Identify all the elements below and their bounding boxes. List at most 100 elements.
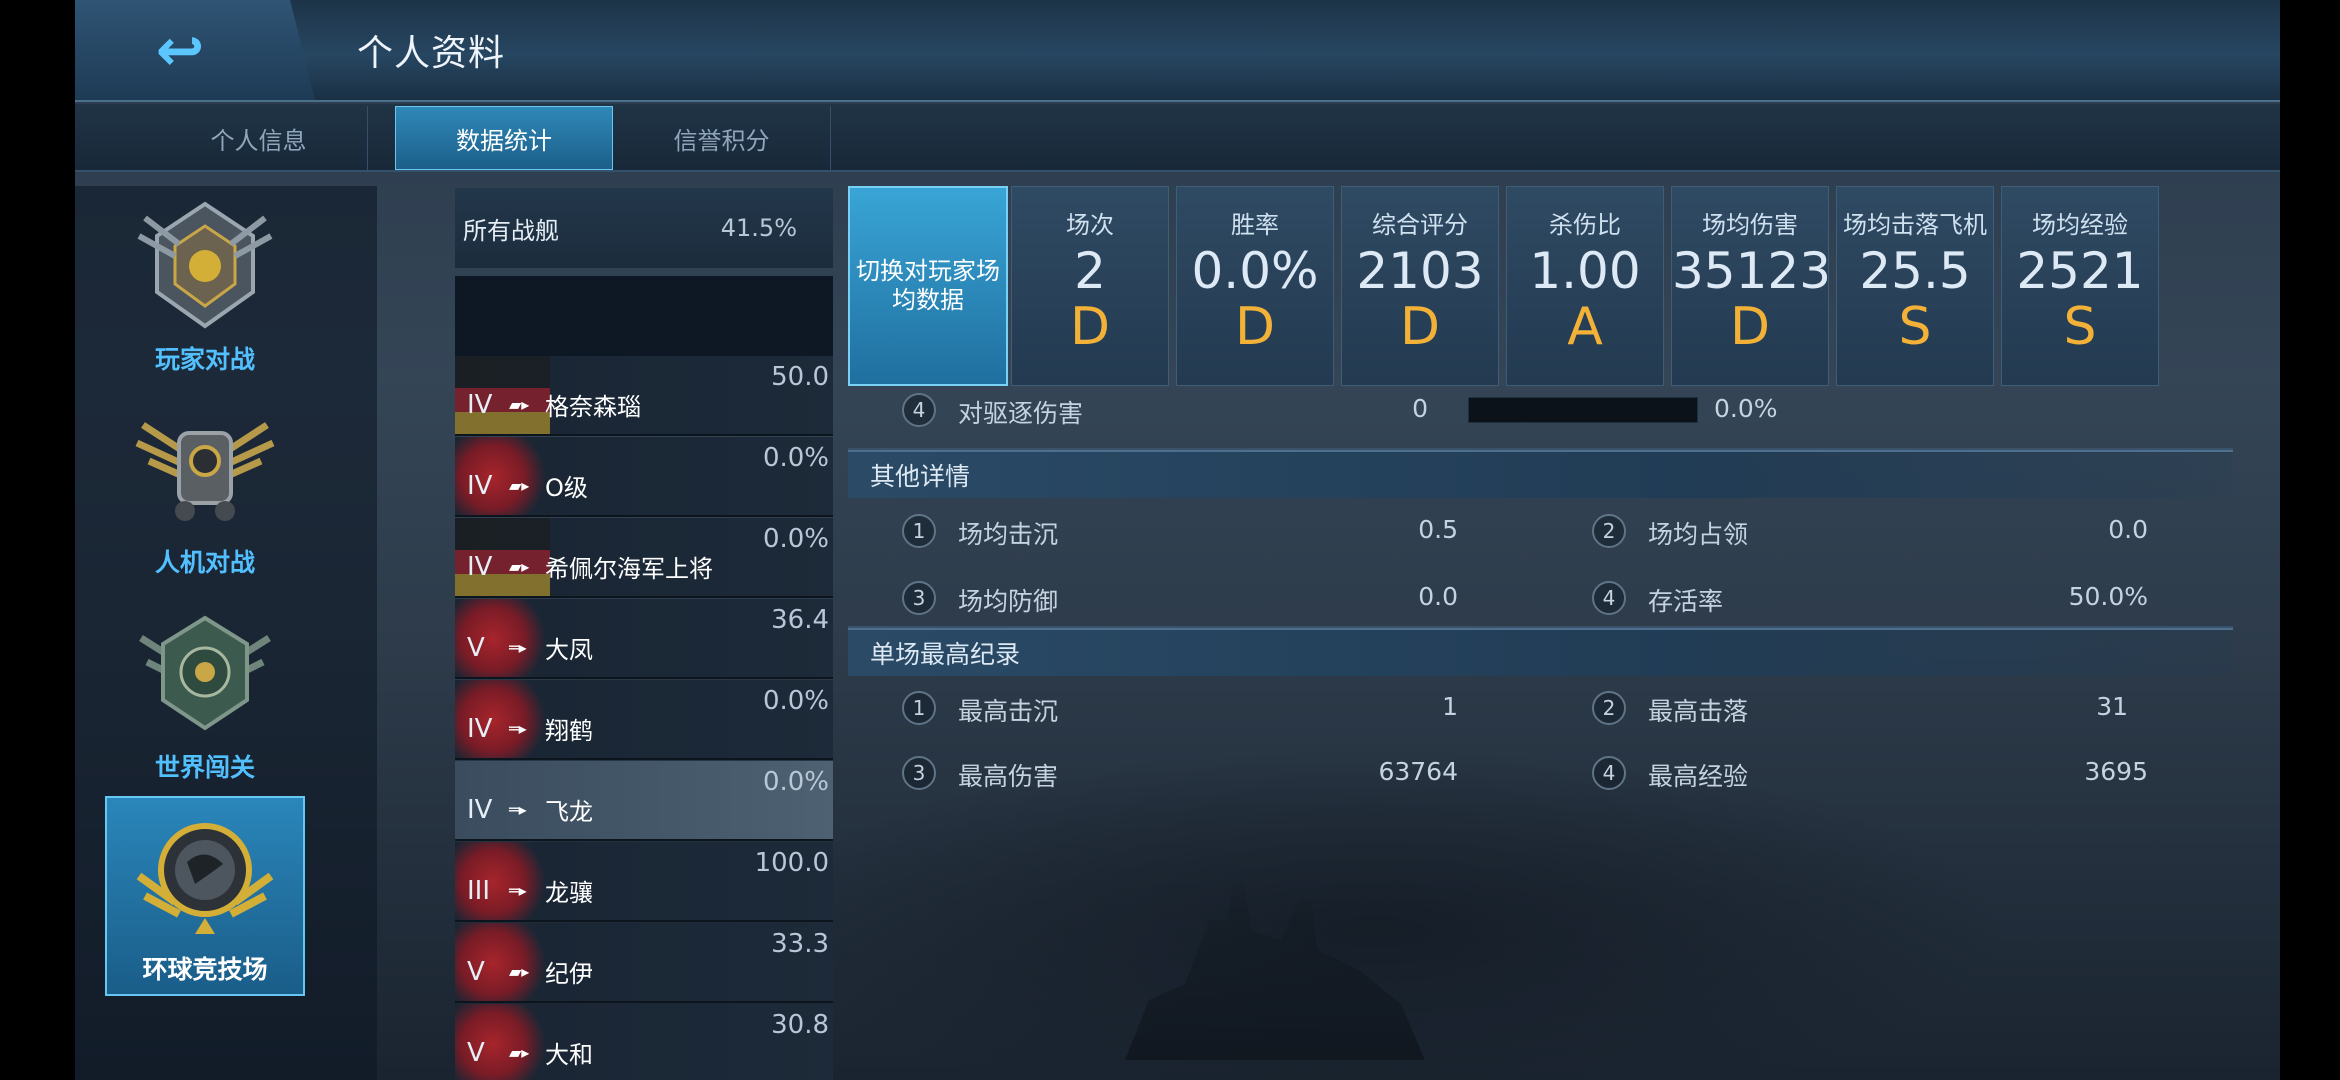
row-number-badge: 1 (902, 514, 936, 548)
ship-value: 0.0% (762, 686, 829, 716)
stat-value: 0.0% (1191, 242, 1319, 300)
ship-row[interactable]: V ▰▸ 纪伊 33.3 (455, 923, 833, 1003)
stat-label: 场均经验 (2032, 211, 2128, 239)
ship-value: 33.3 (771, 929, 829, 959)
row-number-badge: 1 (902, 691, 936, 725)
mode-pve[interactable]: 人机对战 (105, 391, 305, 591)
arena-emblem-icon (135, 806, 275, 946)
ship-tier: IV (467, 714, 493, 744)
row-label: 对驱逐伤害 (958, 399, 1084, 428)
mode-label: 环球竞技场 (142, 955, 268, 984)
ship-list-spacer (455, 276, 833, 356)
ship-class-icon: ▰▸ (509, 395, 530, 414)
row-value: 31 (2096, 692, 2128, 721)
row-value: 0.5 (1418, 515, 1458, 544)
tab-data-stats[interactable]: 数据统计 (395, 106, 613, 170)
row-percent: 0.0% (1714, 394, 1778, 423)
stat-value: 1.00 (1529, 242, 1641, 300)
mode-pvp[interactable]: 玩家对战 (105, 188, 305, 388)
stat-label: 杀伤比 (1549, 211, 1621, 239)
stat-card-win-rate: 胜率 0.0% D (1176, 186, 1334, 386)
row-number-badge: 3 (902, 581, 936, 615)
ship-name: 纪伊 (545, 960, 593, 988)
carrier-class-icon: ═▸ (509, 881, 527, 900)
row-number-badge: 4 (1592, 581, 1626, 615)
ship-value: 0.0% (762, 767, 829, 797)
row-label: 最高击沉 (958, 697, 1059, 726)
stat-card-avg-exp: 场均经验 2521 S (2001, 186, 2159, 386)
row-number-badge: 2 (1592, 514, 1626, 548)
row-label: 场均占领 (1648, 520, 1749, 549)
tab-personal-info[interactable]: 个人信息 (150, 106, 368, 170)
stat-label: 综合评分 (1372, 211, 1468, 239)
ship-tier: IV (467, 471, 493, 501)
ship-value: 100.0 (754, 848, 829, 878)
ship-tier: IV (467, 795, 493, 825)
ship-name: 飞龙 (545, 798, 593, 826)
ship-row[interactable]: V ═▸ 大凤 36.4 (455, 599, 833, 679)
stat-grade: D (1399, 297, 1441, 357)
ship-tier: V (467, 633, 485, 663)
row-value: 50.0% (2068, 582, 2148, 611)
detail-row-destroyer-damage: 4 对驱逐伤害 0 0.0% (848, 386, 2233, 434)
tab-bar: 个人信息 数据统计 信誉积分 (75, 104, 2280, 172)
all-ships-value: 41.5% (720, 214, 797, 242)
ship-tier: V (467, 1038, 485, 1068)
stat-grade: S (2063, 297, 2097, 357)
row-label: 最高击落 (1648, 697, 1749, 726)
back-arrow-icon: ↩ (155, 16, 205, 84)
stat-grade: S (1898, 297, 1932, 357)
stat-label: 场均伤害 (1702, 211, 1798, 239)
damage-progress-bar (1468, 397, 1698, 423)
stat-card-overall-rating: 综合评分 2103 D (1341, 186, 1499, 386)
row-number-badge: 4 (1592, 756, 1626, 790)
tab-credit-score[interactable]: 信誉积分 (613, 106, 831, 170)
all-ships-row[interactable]: 所有战舰 41.5% (455, 188, 833, 268)
ship-tier: III (467, 876, 491, 906)
carrier-class-icon: ═▸ (509, 638, 527, 657)
row-value: 0.0 (2108, 515, 2148, 544)
carrier-class-icon: ═▸ (509, 719, 527, 738)
ship-class-icon: ▰▸ (509, 476, 530, 495)
ship-row[interactable]: IV ▰▸ 希佩尔海军上将 0.0% (455, 518, 833, 598)
ship-value: 36.4 (771, 605, 829, 635)
ship-row[interactable]: IV ▰▸ 格奈森瑙 50.0 (455, 356, 833, 436)
stat-value: 35123 (1672, 242, 1832, 300)
ship-row[interactable]: IV ▰▸ O级 0.0% (455, 437, 833, 517)
ship-row[interactable]: V ▰▸ 大和 30.8 (455, 1004, 833, 1080)
stat-value: 25.5 (1859, 242, 1971, 300)
stat-grade: A (1567, 297, 1603, 357)
ship-name: 翔鹤 (545, 717, 593, 745)
stat-label: 场次 (1066, 211, 1114, 239)
ship-name: 希佩尔海军上将 (545, 555, 713, 583)
ship-name: 大和 (545, 1041, 593, 1069)
screen-bezel-left (0, 0, 75, 1080)
row-label: 场均防御 (958, 587, 1059, 616)
stat-card-avg-planes: 场均击落飞机 25.5 S (1836, 186, 1994, 386)
ship-list: 所有战舰 41.5% IV ▰▸ 格奈森瑙 50.0 IV ▰▸ O级 0.0%… (455, 186, 833, 1080)
ship-tier: V (467, 957, 485, 987)
stat-label: 胜率 (1231, 211, 1279, 239)
stat-grade: D (1234, 297, 1276, 357)
mode-world[interactable]: 世界闯关 (105, 596, 305, 796)
stat-label: 场均击落飞机 (1843, 211, 1987, 239)
stat-card-avg-damage: 场均伤害 35123 D (1671, 186, 1832, 386)
pve-emblem-icon (135, 399, 275, 539)
mode-label: 世界闯关 (154, 753, 255, 782)
mode-sidebar: 玩家对战 人机对战 世界闯关 环球竞技场 (75, 186, 377, 1080)
stat-value: 2521 (2016, 242, 2144, 300)
row-label: 场均击沉 (958, 520, 1059, 549)
header-bar: ↩ 个人资料 (75, 0, 2280, 102)
ship-row-selected[interactable]: IV ═▸ 飞龙 0.0% (455, 761, 833, 841)
stat-card-kill-ratio: 杀伤比 1.00 A (1506, 186, 1664, 386)
profile-screen: ↩ 个人资料 个人信息 数据统计 信誉积分 玩家对战 人机对战 世界闯关 环球竞… (75, 0, 2280, 1080)
switch-average-data-button[interactable]: 切换对玩家场均数据 (848, 186, 1008, 386)
carrier-class-icon: ═▸ (509, 800, 527, 819)
ship-value: 30.8 (771, 1010, 829, 1040)
pvp-emblem-icon (135, 196, 275, 336)
ship-row[interactable]: IV ═▸ 翔鹤 0.0% (455, 680, 833, 760)
ship-value: 0.0% (762, 524, 829, 554)
ship-row[interactable]: III ═▸ 龙骧 100.0 (455, 842, 833, 922)
back-button[interactable]: ↩ (75, 0, 315, 100)
mode-global-arena[interactable]: 环球竞技场 (105, 796, 305, 996)
